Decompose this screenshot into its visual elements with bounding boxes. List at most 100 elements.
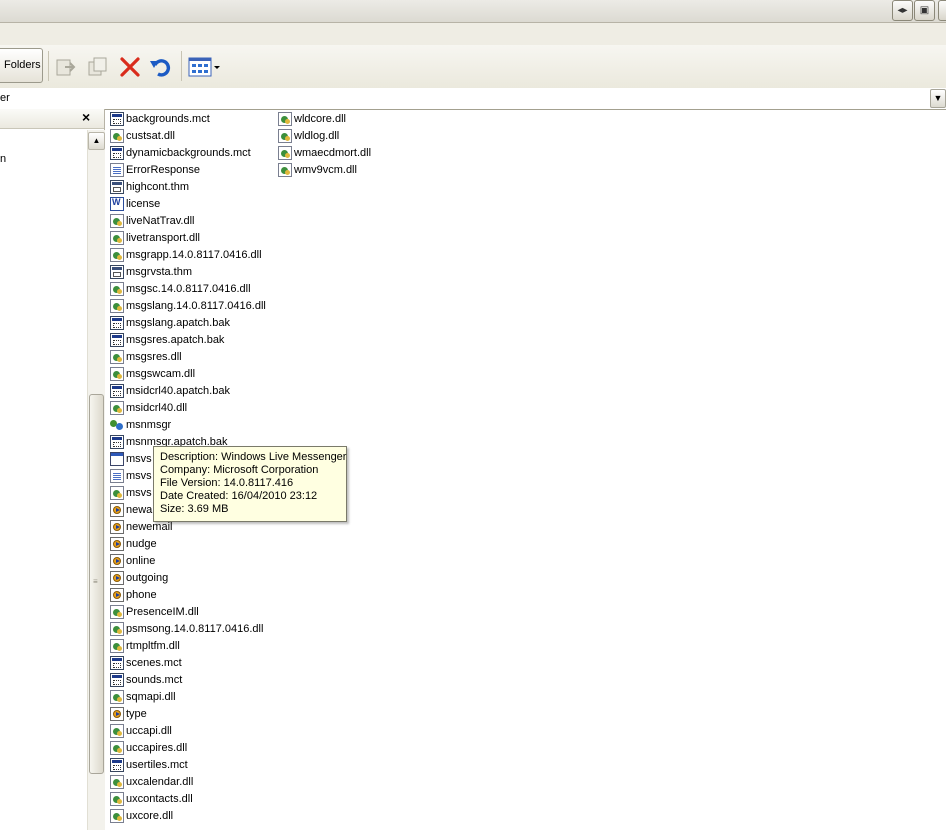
- dll-file-icon: [110, 486, 124, 500]
- file-name: uccapi.dll: [126, 725, 172, 737]
- file-name: msgsc.14.0.8117.0416.dll: [126, 283, 251, 295]
- file-name: newa: [126, 504, 153, 516]
- folders-pane: × n ▲ ≡: [0, 109, 105, 830]
- file-name: wmaecdmort.dll: [294, 147, 372, 159]
- dll-file-icon: [110, 214, 124, 228]
- dll-file-icon: [110, 248, 124, 262]
- scroll-up-icon[interactable]: ▲: [88, 132, 105, 150]
- folders-pane-header: ×: [0, 109, 104, 129]
- undo-icon[interactable]: [148, 55, 172, 79]
- chevron-down-icon[interactable]: ▼: [930, 89, 946, 108]
- file-name: psmsong.14.0.8117.0416.dll: [126, 623, 264, 635]
- folders-scrollbar[interactable]: ▲ ≡: [87, 130, 105, 830]
- file-name: msidcrl40.apatch.bak: [126, 385, 230, 397]
- file-name: custsat.dll: [126, 130, 175, 142]
- mct-file-icon: [110, 112, 124, 126]
- scroll-thumb[interactable]: ≡: [89, 394, 104, 774]
- dll-file-icon: [110, 639, 124, 653]
- dll-file-icon: [110, 775, 124, 789]
- title-bar-strip: ◂▸ ▣: [0, 0, 946, 23]
- close-icon[interactable]: ×: [82, 109, 90, 126]
- restore-icon[interactable]: ▣: [914, 0, 935, 21]
- address-bar[interactable]: er ▼: [0, 88, 946, 110]
- file-name: livetransport.dll: [126, 232, 200, 244]
- file-name: wldcore.dll: [294, 113, 346, 125]
- tooltip-description: Description: Windows Live Messenger: [160, 451, 347, 463]
- file-name: sqmapi.dll: [126, 691, 176, 703]
- mct-file-icon: [110, 758, 124, 772]
- mct-file-icon: [110, 316, 124, 330]
- resize-icon[interactable]: ◂▸: [892, 0, 913, 21]
- dll-file-icon: [278, 129, 292, 143]
- mct-file-icon: [110, 333, 124, 347]
- tooltip-file-version: File Version: 14.0.8117.416: [160, 477, 294, 489]
- toolbar-separator: [48, 51, 49, 81]
- copy-to-icon[interactable]: [86, 55, 110, 79]
- file-name: msgsres.apatch.bak: [126, 334, 225, 346]
- wav-file-icon: [110, 571, 124, 585]
- toolbar: Folders: [0, 45, 946, 89]
- tooltip-company: Company: Microsoft Corporation: [160, 464, 319, 476]
- tooltip-date-created: Date Created: 16/04/2010 23:12: [160, 490, 318, 502]
- exe-file-icon: [110, 418, 124, 432]
- dll-file-icon: [110, 231, 124, 245]
- dll-file-icon: [110, 401, 124, 415]
- wav-file-icon: [110, 707, 124, 721]
- folder-tree-item[interactable]: n: [0, 153, 6, 165]
- dll-file-icon: [110, 690, 124, 704]
- file-name: PresenceIM.dll: [126, 606, 199, 618]
- views-icon[interactable]: [188, 55, 222, 79]
- file-name: msvs: [126, 453, 152, 465]
- dll-file-icon: [110, 605, 124, 619]
- file-name: dynamicbackgrounds.mct: [126, 147, 251, 159]
- dll-file-icon: [110, 622, 124, 636]
- dll-file-icon: [110, 299, 124, 313]
- dll-file-icon: [110, 282, 124, 296]
- address-text: er: [0, 92, 10, 104]
- toolbar-separator: [181, 51, 182, 81]
- dll-file-icon: [278, 146, 292, 160]
- dll-file-icon: [278, 112, 292, 126]
- file-name: msgrvsta.thm: [126, 266, 193, 278]
- file-name: sounds.mct: [126, 674, 183, 686]
- file-name: ErrorResponse: [126, 164, 200, 176]
- mct-file-icon: [110, 384, 124, 398]
- file-name: highcont.thm: [126, 181, 189, 193]
- tooltip-size: Size: 3.69 MB: [160, 503, 229, 515]
- extra-window-button[interactable]: [938, 0, 946, 21]
- move-to-icon[interactable]: [54, 55, 78, 79]
- dll-file-icon: [110, 792, 124, 806]
- dll-file-icon: [110, 350, 124, 364]
- file-name: uxcore.dll: [126, 810, 174, 822]
- file-name: backgrounds.mct: [126, 113, 210, 125]
- file-name: msvs: [126, 487, 152, 499]
- wav-file-icon: [110, 588, 124, 602]
- file-name: outgoing: [126, 572, 169, 584]
- mct-file-icon: [110, 146, 124, 160]
- file-name: msgrapp.14.0.8117.0416.dll: [126, 249, 262, 261]
- file-name: rtmpltfm.dll: [126, 640, 180, 652]
- file-name: type: [126, 708, 147, 720]
- dll-file-icon: [278, 163, 292, 177]
- file-name: msgswcam.dll: [126, 368, 196, 380]
- file-name: usertiles.mct: [126, 759, 188, 771]
- menu-bar: [0, 23, 946, 46]
- doc-file-icon: [110, 196, 124, 211]
- mct-file-icon: [110, 673, 124, 687]
- dll-file-icon: [110, 809, 124, 823]
- wav-file-icon: [110, 520, 124, 534]
- wav-file-icon: [110, 554, 124, 568]
- file-name: liveNatTrav.dll: [126, 215, 195, 227]
- dll-file-icon: [110, 367, 124, 381]
- mct-file-icon: [110, 435, 124, 449]
- thm-file-icon: [110, 265, 124, 279]
- file-name: online: [126, 555, 156, 567]
- file-info-tooltip: Description: Windows Live Messenger Comp…: [153, 446, 347, 522]
- file-name: phone: [126, 589, 157, 601]
- file-name: msvs: [126, 470, 152, 482]
- folders-button[interactable]: Folders: [0, 48, 43, 83]
- win-file-icon: [110, 452, 124, 466]
- txt-file-icon: [110, 163, 124, 177]
- delete-icon[interactable]: [118, 55, 142, 79]
- thm-file-icon: [110, 180, 124, 194]
